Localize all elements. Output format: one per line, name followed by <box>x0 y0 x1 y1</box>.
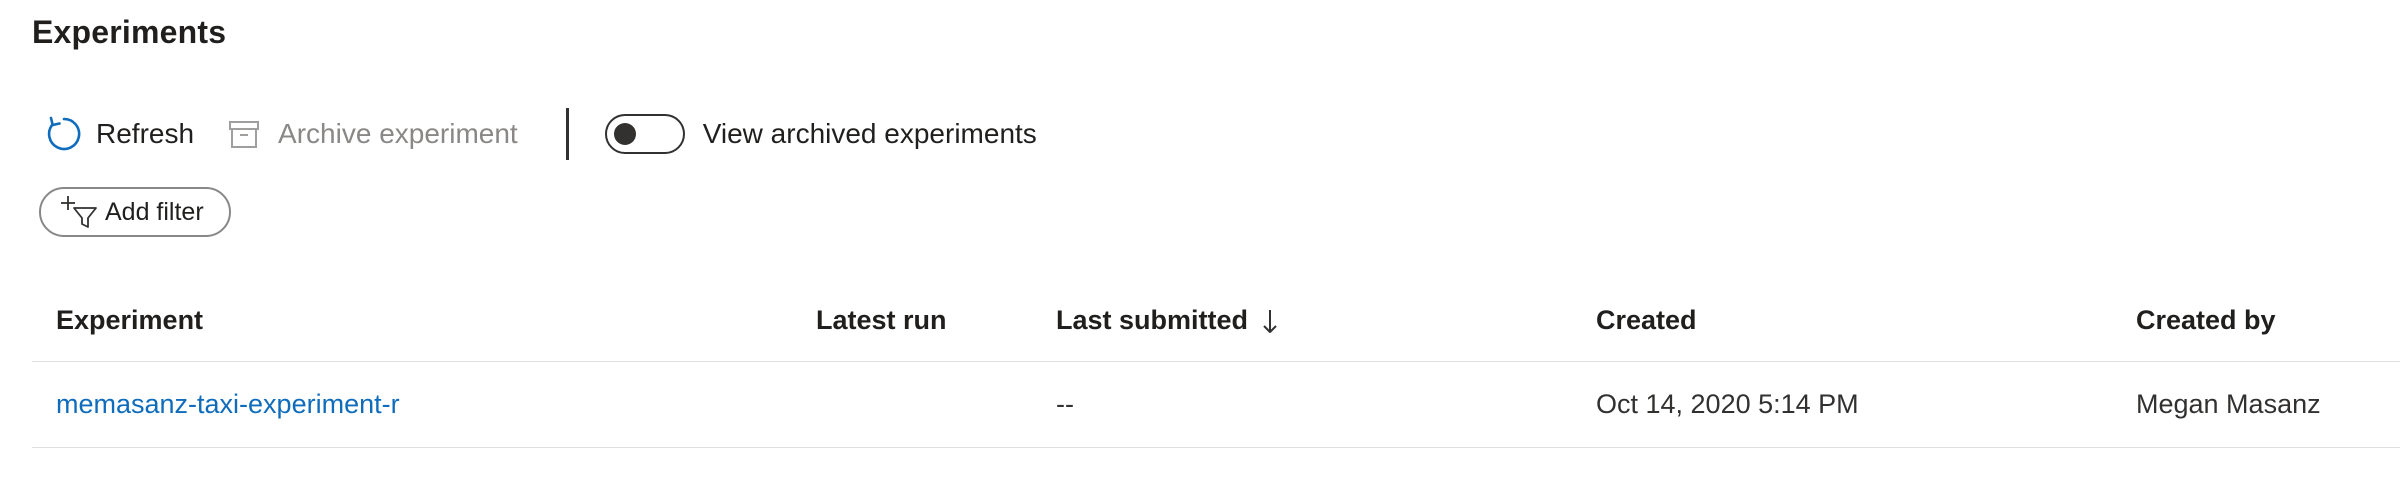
column-header-last-submitted-label: Last submitted <box>1056 305 1249 335</box>
view-archived-label: View archived experiments <box>702 118 1037 149</box>
archive-experiment-label: Archive experiment <box>278 118 518 149</box>
experiments-page: Experiments Refresh Archive experiment V… <box>0 0 2400 482</box>
add-filter-button[interactable]: Add filter <box>39 187 231 237</box>
view-archived-toggle-group: View archived experiments <box>604 114 1037 154</box>
column-header-created[interactable]: Created <box>1596 280 1697 361</box>
archive-experiment-button[interactable]: Archive experiment <box>224 100 518 168</box>
view-archived-toggle[interactable] <box>604 114 685 154</box>
table-row[interactable]: memasanz-taxi-experiment-r -- Oct 14, 20… <box>32 362 2400 448</box>
arrow-down-icon <box>1260 306 1280 336</box>
add-filter-label: Add filter <box>105 197 204 226</box>
table-header: Experiment Latest run Last submitted Cre… <box>32 280 2400 362</box>
created-cell: Oct 14, 2020 5:14 PM <box>1596 389 1859 419</box>
column-header-last-submitted[interactable]: Last submitted <box>1056 280 1280 361</box>
page-title: Experiments <box>32 14 227 50</box>
last-submitted-cell: -- <box>1056 389 1074 419</box>
refresh-button[interactable]: Refresh <box>44 100 194 168</box>
refresh-icon <box>44 114 84 154</box>
experiment-link[interactable]: memasanz-taxi-experiment-r <box>56 389 400 420</box>
refresh-label: Refresh <box>96 118 195 149</box>
column-header-created-by[interactable]: Created by <box>2136 280 2276 361</box>
toggle-knob <box>613 123 636 145</box>
experiment-cell: memasanz-taxi-experiment-r <box>56 362 400 447</box>
column-header-latest-run[interactable]: Latest run <box>816 280 947 361</box>
experiments-table: Experiment Latest run Last submitted Cre… <box>32 280 2400 448</box>
created-by-cell: Megan Masanz <box>2136 389 2321 419</box>
toolbar-divider <box>565 108 569 160</box>
add-filter-icon <box>57 194 101 230</box>
toolbar: Refresh Archive experiment View archived… <box>32 100 1037 168</box>
column-header-experiment[interactable]: Experiment <box>56 280 203 361</box>
archive-icon <box>224 114 264 154</box>
